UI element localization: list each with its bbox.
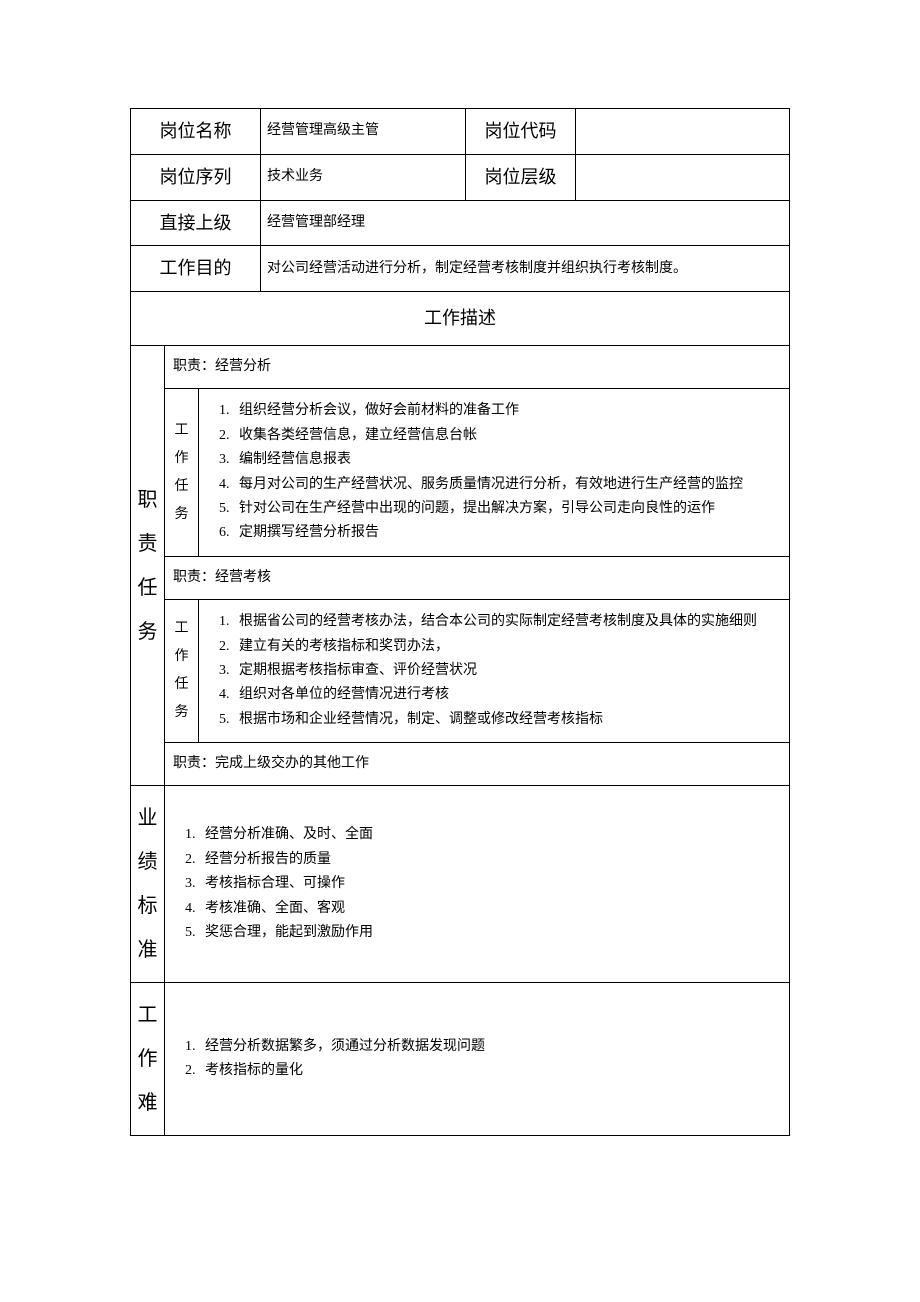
work-description-title: 工作描述	[131, 292, 790, 346]
list-item: 每月对公司的生产经营状况、服务质量情况进行分析，有效地进行生产经营的监控	[233, 473, 783, 497]
list-item: 经营分析报告的质量	[199, 848, 783, 872]
difficulty-items: 经营分析数据繁多，须通过分析数据发现问题考核指标的量化	[165, 983, 790, 1136]
pos-code-label: 岗位代码	[466, 109, 576, 155]
performance-items: 经营分析准确、及时、全面经营分析报告的质量考核指标合理、可操作考核准确、全面、客…	[165, 786, 790, 983]
pos-name-label: 岗位名称	[131, 109, 261, 155]
list-item: 定期根据考核指标审查、评价经营状况	[233, 659, 783, 683]
list-item: 组织对各单位的经营情况进行考核	[233, 683, 783, 707]
purpose-label: 工作目的	[131, 246, 261, 292]
pos-series-value: 技术业务	[261, 154, 466, 200]
duty3-title: 职责：完成上级交办的其他工作	[165, 743, 790, 786]
supervisor-value: 经营管理部经理	[261, 200, 790, 246]
difficulty-side-label: 工作难	[131, 983, 165, 1136]
task-label-1: 工作任务	[165, 389, 199, 556]
job-description-table: 岗位名称 经营管理高级主管 岗位代码 岗位序列 技术业务 岗位层级 直接上级 经…	[130, 108, 790, 1136]
list-item: 建立有关的考核指标和奖罚办法，	[233, 635, 783, 659]
list-item: 考核指标合理、可操作	[199, 872, 783, 896]
duty1-tasks: 组织经营分析会议，做好会前材料的准备工作收集各类经营信息，建立经营信息台帐编制经…	[199, 389, 790, 556]
purpose-value: 对公司经营活动进行分析，制定经营考核制度并组织执行考核制度。	[261, 246, 790, 292]
list-item: 考核准确、全面、客观	[199, 897, 783, 921]
duties-side-label: 职责任务	[131, 345, 165, 785]
task-label-2: 工作任务	[165, 600, 199, 743]
duty1-title: 职责：经营分析	[165, 345, 790, 388]
pos-series-label: 岗位序列	[131, 154, 261, 200]
list-item: 针对公司在生产经营中出现的问题，提出解决方案，引导公司走向良性的运作	[233, 497, 783, 521]
pos-level-value	[576, 154, 790, 200]
pos-code-value	[576, 109, 790, 155]
list-item: 根据市场和企业经营情况，制定、调整或修改经营考核指标	[233, 708, 783, 732]
pos-name-value: 经营管理高级主管	[261, 109, 466, 155]
list-item: 奖惩合理，能起到激励作用	[199, 921, 783, 945]
list-item: 考核指标的量化	[199, 1059, 783, 1083]
duty2-title: 职责：经营考核	[165, 556, 790, 599]
supervisor-label: 直接上级	[131, 200, 261, 246]
list-item: 编制经营信息报表	[233, 448, 783, 472]
list-item: 组织经营分析会议，做好会前材料的准备工作	[233, 399, 783, 423]
duty2-tasks: 根据省公司的经营考核办法，结合本公司的实际制定经营考核制度及具体的实施细则建立有…	[199, 600, 790, 743]
list-item: 定期撰写经营分析报告	[233, 521, 783, 545]
pos-level-label: 岗位层级	[466, 154, 576, 200]
performance-side-label: 业绩标准	[131, 786, 165, 983]
list-item: 经营分析准确、及时、全面	[199, 823, 783, 847]
list-item: 经营分析数据繁多，须通过分析数据发现问题	[199, 1035, 783, 1059]
list-item: 收集各类经营信息，建立经营信息台帐	[233, 424, 783, 448]
list-item: 根据省公司的经营考核办法，结合本公司的实际制定经营考核制度及具体的实施细则	[233, 610, 783, 634]
